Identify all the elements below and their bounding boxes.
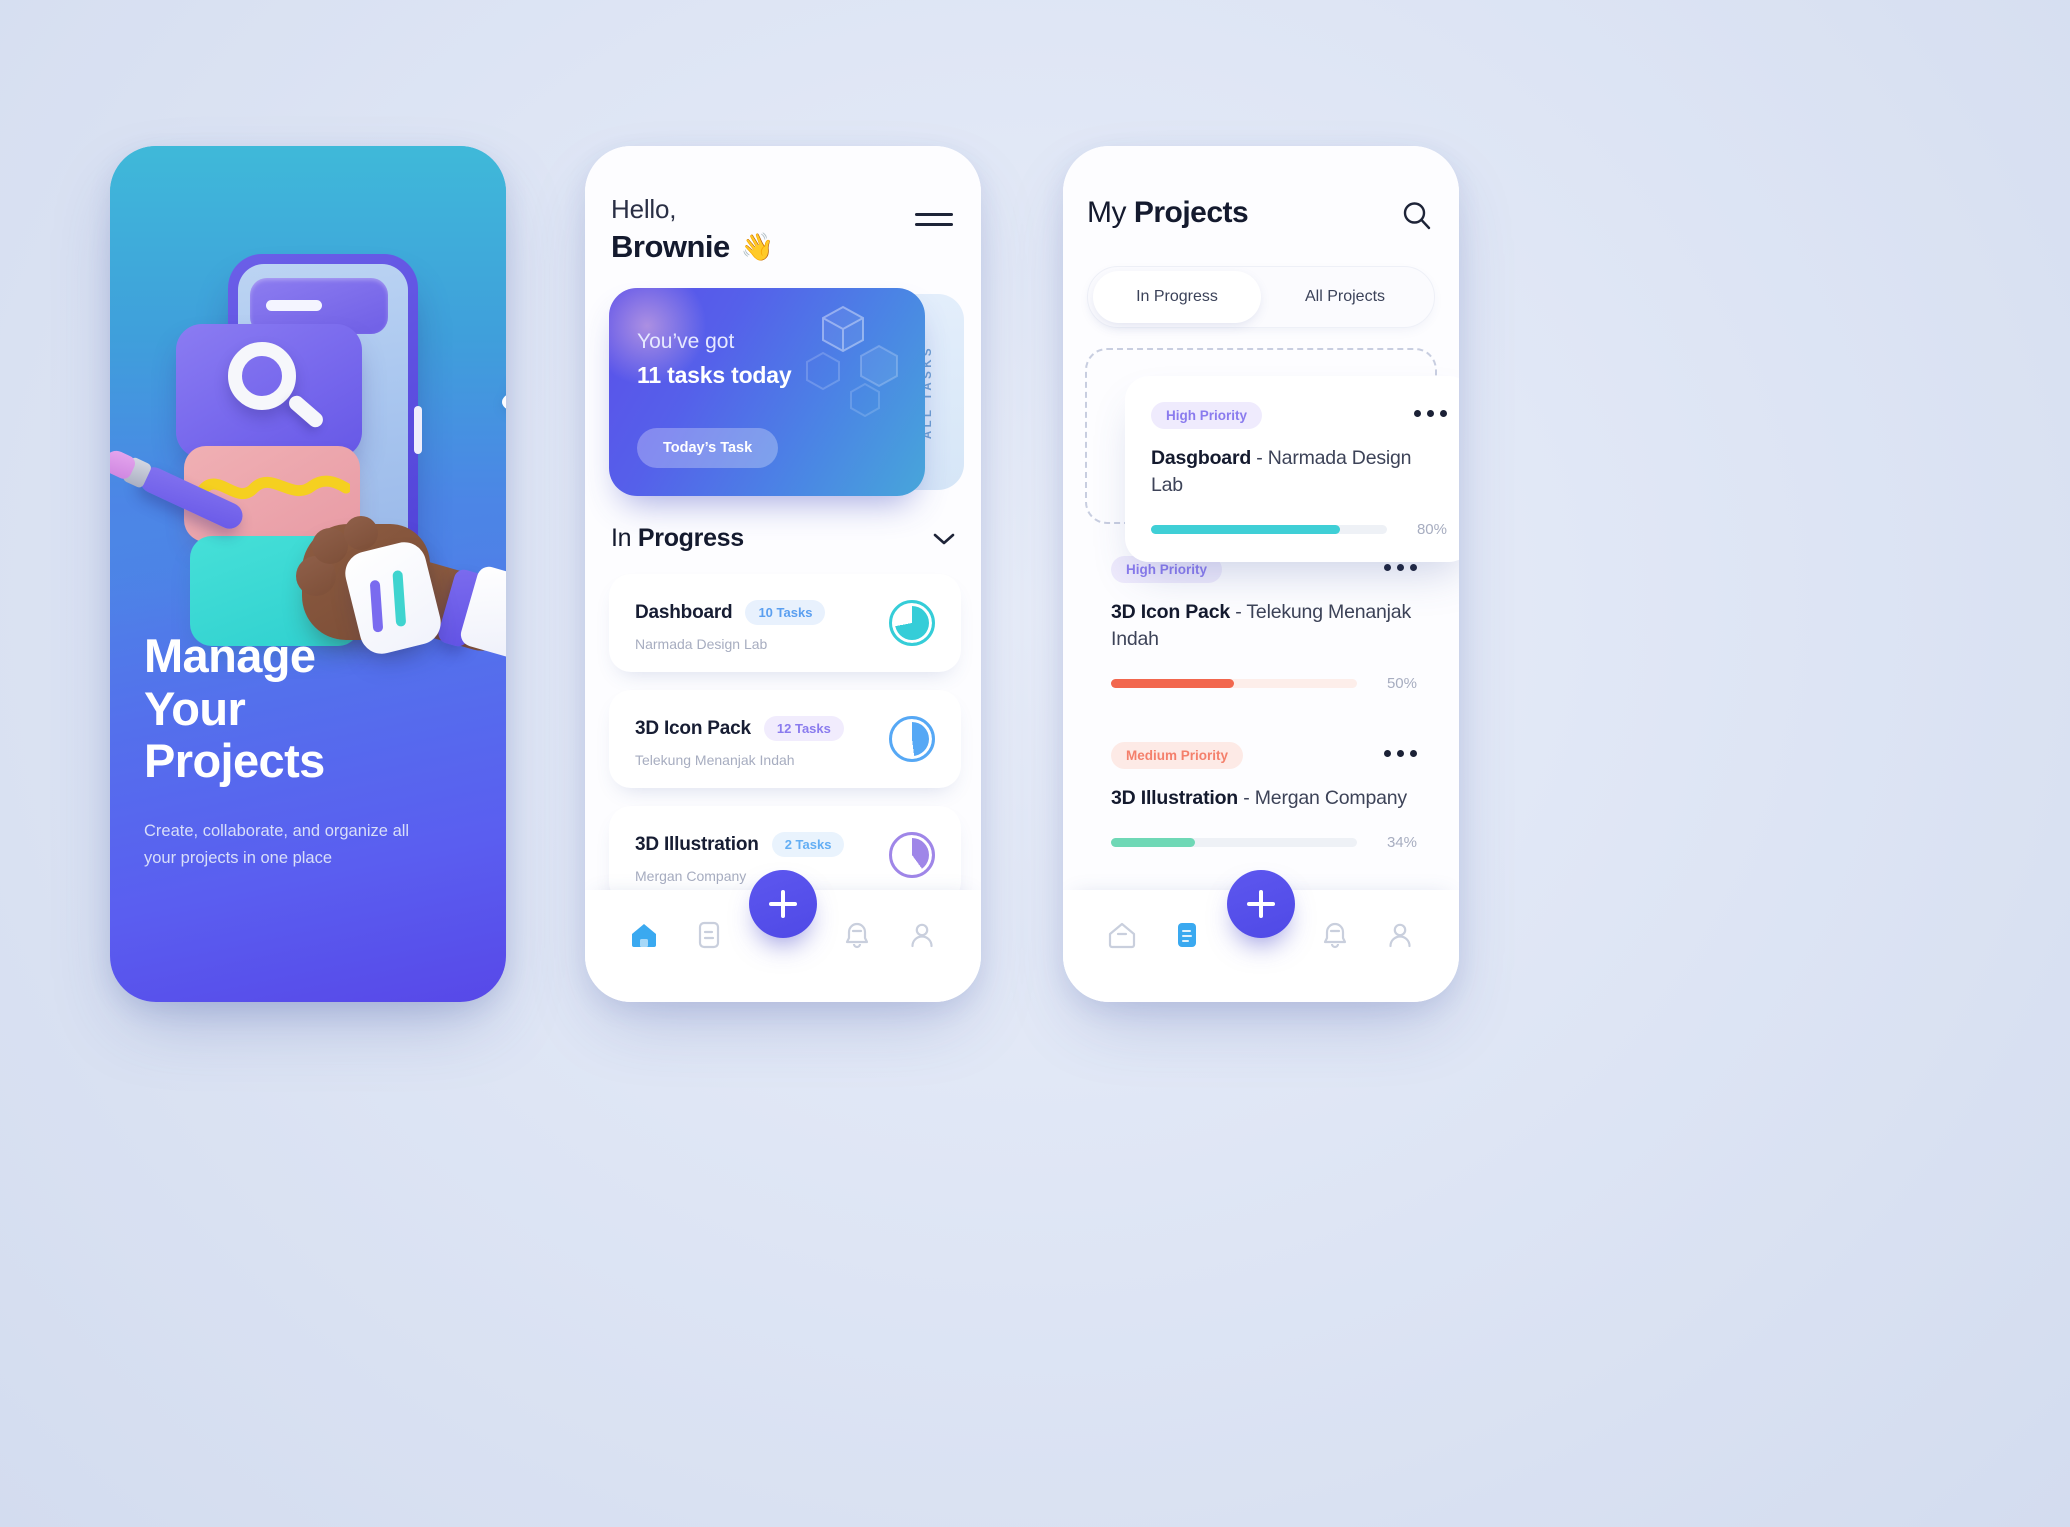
chevron-down-icon[interactable]: [933, 533, 955, 545]
hero-3d-illustration: [110, 146, 506, 666]
progress-percent: 34%: [1386, 833, 1417, 851]
task-name: 3D Illustration: [635, 833, 759, 855]
onboarding-subtitle: Create, collaborate, and organize all yo…: [144, 821, 410, 867]
cube-decoration-icon: [806, 305, 898, 418]
greeting-text: Hello,: [611, 194, 677, 224]
greeting-block: Hello, Brownie 👋: [611, 194, 774, 265]
progress-row: 50%: [1111, 675, 1417, 692]
task-name: Dashboard: [635, 601, 733, 623]
in-progress-section-header: In Progress: [611, 524, 955, 553]
today-tasks-banner[interactable]: ALL TASKS You’ve got 11 tasks today Toda…: [609, 288, 964, 496]
task-name: 3D Icon Pack: [635, 717, 751, 739]
nav-item-document[interactable]: [686, 912, 732, 958]
task-card[interactable]: Dashboard 10 Tasks Narmada Design Lab: [609, 574, 961, 672]
user-name-text: Brownie: [611, 229, 730, 264]
banner-line-1: You’ve got: [637, 330, 735, 353]
progress-row: 80%: [1151, 521, 1447, 538]
nav-item-person[interactable]: [1377, 912, 1423, 958]
task-subtitle: Mergan Company: [635, 868, 747, 884]
home-screen: Hello, Brownie 👋 ALL TASKS You’ve got 11…: [585, 146, 981, 1002]
nav-item-home[interactable]: [1099, 912, 1145, 958]
magnifier-icon: [228, 342, 296, 410]
add-project-fab[interactable]: [1227, 870, 1295, 938]
priority-badge: Medium Priority: [1111, 741, 1244, 769]
task-count-badge: 2 Tasks: [771, 832, 845, 857]
progress-fill: [1111, 678, 1234, 688]
page-title: My Projects: [1087, 196, 1249, 229]
project-card[interactable]: High Priority Dasgboard - Narmada Design…: [1125, 376, 1459, 562]
progress-fill: [1111, 837, 1195, 847]
task-count-badge: 10 Tasks: [745, 600, 826, 625]
progress-pie-icon: [889, 716, 935, 762]
progress-track: [1151, 524, 1387, 534]
project-title: 3D Illustration - Mergan Company: [1111, 786, 1407, 809]
projects-tabs: In Progress All Projects: [1087, 266, 1435, 328]
app-showcase-canvas: Manage Your Projects Create, collaborate…: [0, 0, 2070, 1527]
project-list: High Priority Dasgboard - Narmada Design…: [1085, 348, 1459, 875]
nav-item-document[interactable]: [1164, 912, 1210, 958]
search-icon[interactable]: [1401, 200, 1433, 232]
tab-in-progress[interactable]: In Progress: [1093, 271, 1261, 323]
waving-hand-icon: 👋: [740, 232, 775, 262]
project-card[interactable]: Medium Priority 3D Illustration - Mergan…: [1085, 716, 1443, 875]
todays-task-button[interactable]: Today’s Task: [637, 428, 779, 468]
page-title: Manage Your Projects: [144, 629, 325, 788]
more-horizontal-icon[interactable]: [1414, 410, 1447, 417]
progress-percent: 80%: [1416, 520, 1447, 538]
task-count-badge: 12 Tasks: [763, 716, 844, 741]
add-task-fab[interactable]: [749, 870, 817, 938]
progress-track: [1111, 678, 1357, 688]
task-subtitle: Telekung Menanjak Indah: [635, 752, 795, 768]
user-name: Brownie 👋: [611, 229, 774, 265]
progress-fill: [1151, 524, 1340, 534]
nav-item-person[interactable]: [899, 912, 945, 958]
progress-percent: 50%: [1386, 674, 1417, 692]
project-title: 3D Icon Pack - Telekung Menanjak Indah: [1111, 601, 1412, 650]
nav-item-home[interactable]: [621, 912, 667, 958]
progress-row: 34%: [1111, 834, 1417, 851]
more-horizontal-icon[interactable]: [1384, 564, 1417, 571]
more-horizontal-icon[interactable]: [1384, 749, 1417, 757]
section-title: In Progress: [611, 524, 744, 552]
tab-all-projects[interactable]: All Projects: [1261, 271, 1429, 323]
nav-item-bell[interactable]: [1312, 912, 1358, 958]
hamburger-menu-icon[interactable]: [915, 206, 953, 232]
task-subtitle: Narmada Design Lab: [635, 636, 768, 652]
priority-badge: High Priority: [1151, 402, 1263, 429]
task-card[interactable]: 3D Icon Pack 12 Tasks Telekung Menanjak …: [609, 690, 961, 788]
project-title: Dasgboard - Narmada Design Lab: [1151, 447, 1412, 496]
nav-item-bell[interactable]: [834, 912, 880, 958]
progress-pie-icon: [889, 832, 935, 878]
projects-screen: My Projects In Progress All Projects High…: [1063, 146, 1459, 1002]
banner-line-2: 11 tasks today: [637, 362, 792, 388]
progress-pie-icon: [889, 600, 935, 646]
onboarding-copy: Manage Your Projects Create, collaborate…: [144, 629, 476, 871]
progress-track: [1111, 837, 1357, 847]
onboarding-screen: Manage Your Projects Create, collaborate…: [110, 146, 506, 1002]
